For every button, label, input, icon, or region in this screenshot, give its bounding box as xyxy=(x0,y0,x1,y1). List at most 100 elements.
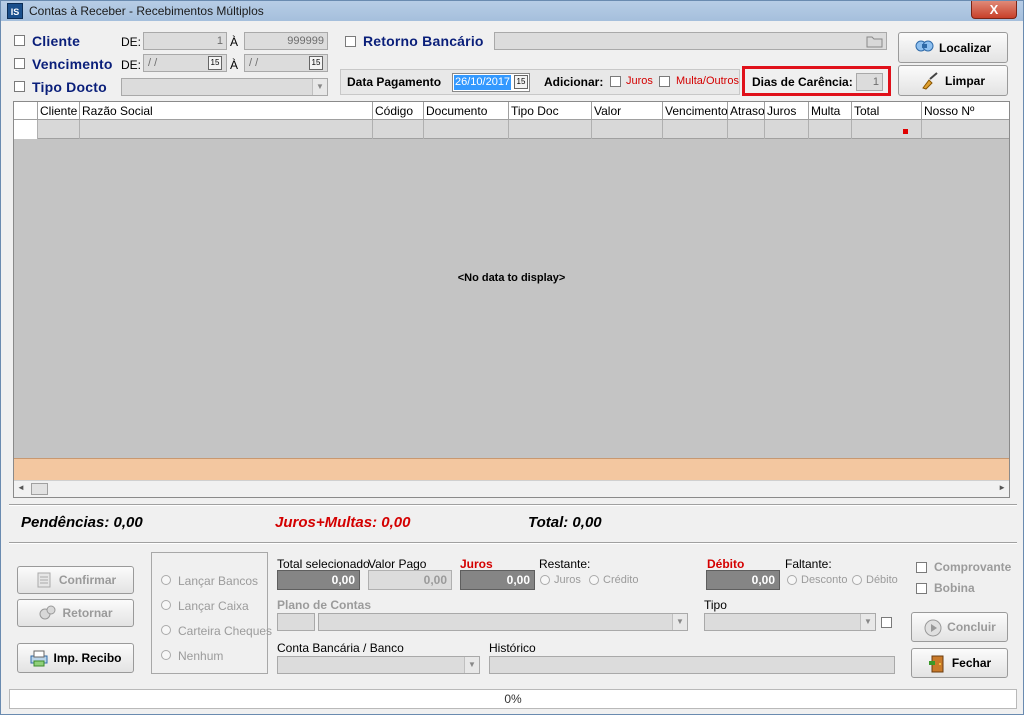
tipo-docto-select[interactable]: ▼ xyxy=(121,78,328,96)
column-header[interactable]: Nosso Nº xyxy=(922,102,1009,120)
bobina-checkbox[interactable] xyxy=(916,583,927,594)
localizar-button[interactable]: Localizar xyxy=(898,32,1008,63)
grid-filter-row[interactable] xyxy=(14,120,1009,139)
scroll-thumb[interactable] xyxy=(31,483,48,495)
data-pagamento-field[interactable]: 26/10/2017 15 xyxy=(452,73,530,92)
faltante-desconto-radio[interactable] xyxy=(787,575,797,585)
column-header[interactable]: Vencimento xyxy=(663,102,728,120)
historico-field[interactable] xyxy=(489,656,895,674)
restante-juros-radio[interactable] xyxy=(540,575,550,585)
plano-contas-select[interactable]: ▼ xyxy=(318,613,688,631)
tipo-select[interactable]: ▼ xyxy=(704,613,876,631)
total-selecionado-label: Total selecionado xyxy=(277,557,370,571)
filter-cell[interactable] xyxy=(373,120,424,139)
carteira-cheques-radio[interactable] xyxy=(161,625,171,635)
receivables-grid[interactable]: Cliente Razão Social Código Documento Ti… xyxy=(13,101,1010,498)
concluir-button[interactable]: Concluir xyxy=(911,612,1008,642)
filter-cell[interactable] xyxy=(509,120,592,139)
bobina-label: Bobina xyxy=(934,581,975,595)
filter-cell[interactable] xyxy=(14,120,38,139)
nenhum-radio[interactable] xyxy=(161,650,171,660)
filter-cell[interactable] xyxy=(852,120,922,139)
column-header[interactable]: Multa xyxy=(809,102,852,120)
column-header[interactable]: Razão Social xyxy=(80,102,373,120)
comprovante-checkbox[interactable] xyxy=(916,562,927,573)
filter-cell[interactable] xyxy=(809,120,852,139)
cliente-ate-label: À xyxy=(230,35,239,49)
vencimento-ate-label: À xyxy=(230,58,239,72)
calendar-icon[interactable]: 15 xyxy=(208,56,222,70)
horizontal-scrollbar[interactable]: ◄ ► xyxy=(14,480,1009,497)
juros-checkbox[interactable] xyxy=(610,76,621,87)
limpar-button[interactable]: Limpar xyxy=(898,65,1008,96)
limpar-label: Limpar xyxy=(944,73,985,88)
calendar-icon[interactable]: 15 xyxy=(309,56,323,70)
multa-checkbox[interactable] xyxy=(659,76,670,87)
column-header[interactable]: Juros xyxy=(765,102,809,120)
folder-open-icon[interactable] xyxy=(866,34,884,48)
column-header[interactable]: Valor xyxy=(592,102,663,120)
lancar-bancos-radio[interactable] xyxy=(161,575,171,585)
play-icon xyxy=(923,618,942,637)
conta-bancaria-select[interactable]: ▼ xyxy=(277,656,480,674)
close-button[interactable]: X xyxy=(971,1,1017,19)
cliente-checkbox[interactable] xyxy=(14,35,25,46)
restante-label: Restante: xyxy=(539,557,591,571)
filter-cell[interactable] xyxy=(80,120,373,139)
scroll-left-icon[interactable]: ◄ xyxy=(17,483,25,492)
title-bar: IS Contas à Receber - Recebimentos Múlti… xyxy=(1,1,1023,21)
filter-cell[interactable] xyxy=(38,120,80,139)
column-header[interactable]: Documento xyxy=(424,102,509,120)
column-header[interactable]: Cliente xyxy=(38,102,80,120)
filter-cell[interactable] xyxy=(765,120,809,139)
valor-pago-field[interactable]: 0,00 xyxy=(368,570,452,590)
filter-cell[interactable] xyxy=(663,120,728,139)
juros-label: Juros xyxy=(626,75,653,87)
restante-juros-label: Juros xyxy=(554,574,581,586)
tipo-docto-checkbox[interactable] xyxy=(14,81,25,92)
filter-cell[interactable] xyxy=(728,120,765,139)
fechar-button[interactable]: Fechar xyxy=(911,648,1008,678)
retorno-bancario-file-field[interactable] xyxy=(494,32,887,50)
retornar-label: Retornar xyxy=(62,606,113,620)
app-icon: IS xyxy=(7,3,23,19)
faltante-debito-radio[interactable] xyxy=(852,575,862,585)
concluir-label: Concluir xyxy=(947,620,996,634)
restante-credito-radio[interactable] xyxy=(589,575,599,585)
data-pagamento-label: Data Pagamento xyxy=(347,75,442,89)
cliente-to-field[interactable]: 999999 xyxy=(244,32,328,50)
dias-carencia-field[interactable]: 1 xyxy=(856,73,883,91)
lancar-caixa-radio[interactable] xyxy=(161,600,171,610)
filter-cell[interactable] xyxy=(592,120,663,139)
column-header[interactable]: Atraso xyxy=(728,102,765,120)
grand-total: Total: 0,00 xyxy=(528,514,602,531)
column-header[interactable]: Total xyxy=(852,102,922,120)
vencimento-checkbox[interactable] xyxy=(14,58,25,69)
main-window: IS Contas à Receber - Recebimentos Múlti… xyxy=(0,0,1024,715)
tipo-checkbox[interactable] xyxy=(881,617,892,628)
cliente-from-field[interactable]: 1 xyxy=(143,32,227,50)
localizar-label: Localizar xyxy=(938,40,992,55)
filter-cell[interactable] xyxy=(424,120,509,139)
dias-carencia-label: Dias de Carência: xyxy=(752,75,853,89)
calendar-icon[interactable]: 15 xyxy=(514,75,528,89)
search-icon xyxy=(915,39,934,57)
progress-status-bar: 0% xyxy=(9,689,1017,709)
filter-cell[interactable] xyxy=(922,120,1009,139)
chevron-down-icon: ▼ xyxy=(312,79,327,95)
chevron-down-icon: ▼ xyxy=(860,614,875,630)
adicionar-label: Adicionar: xyxy=(544,75,604,89)
retorno-bancario-checkbox[interactable] xyxy=(345,36,356,47)
imp-recibo-button[interactable]: Imp. Recibo xyxy=(17,643,134,673)
carteira-cheques-label: Carteira Cheques xyxy=(178,624,273,638)
scroll-right-icon[interactable]: ► xyxy=(998,483,1006,492)
column-header[interactable]: Código xyxy=(373,102,424,120)
plano-contas-code-field[interactable] xyxy=(277,613,315,631)
chevron-down-icon: ▼ xyxy=(672,614,687,630)
fechar-label: Fechar xyxy=(951,656,992,670)
chevron-down-icon: ▼ xyxy=(464,657,479,673)
confirmar-button[interactable]: Confirmar xyxy=(17,566,134,594)
column-header[interactable]: Tipo Doc xyxy=(509,102,592,120)
debito-value-label: Débito xyxy=(707,557,745,571)
retornar-button[interactable]: Retornar xyxy=(17,599,134,627)
